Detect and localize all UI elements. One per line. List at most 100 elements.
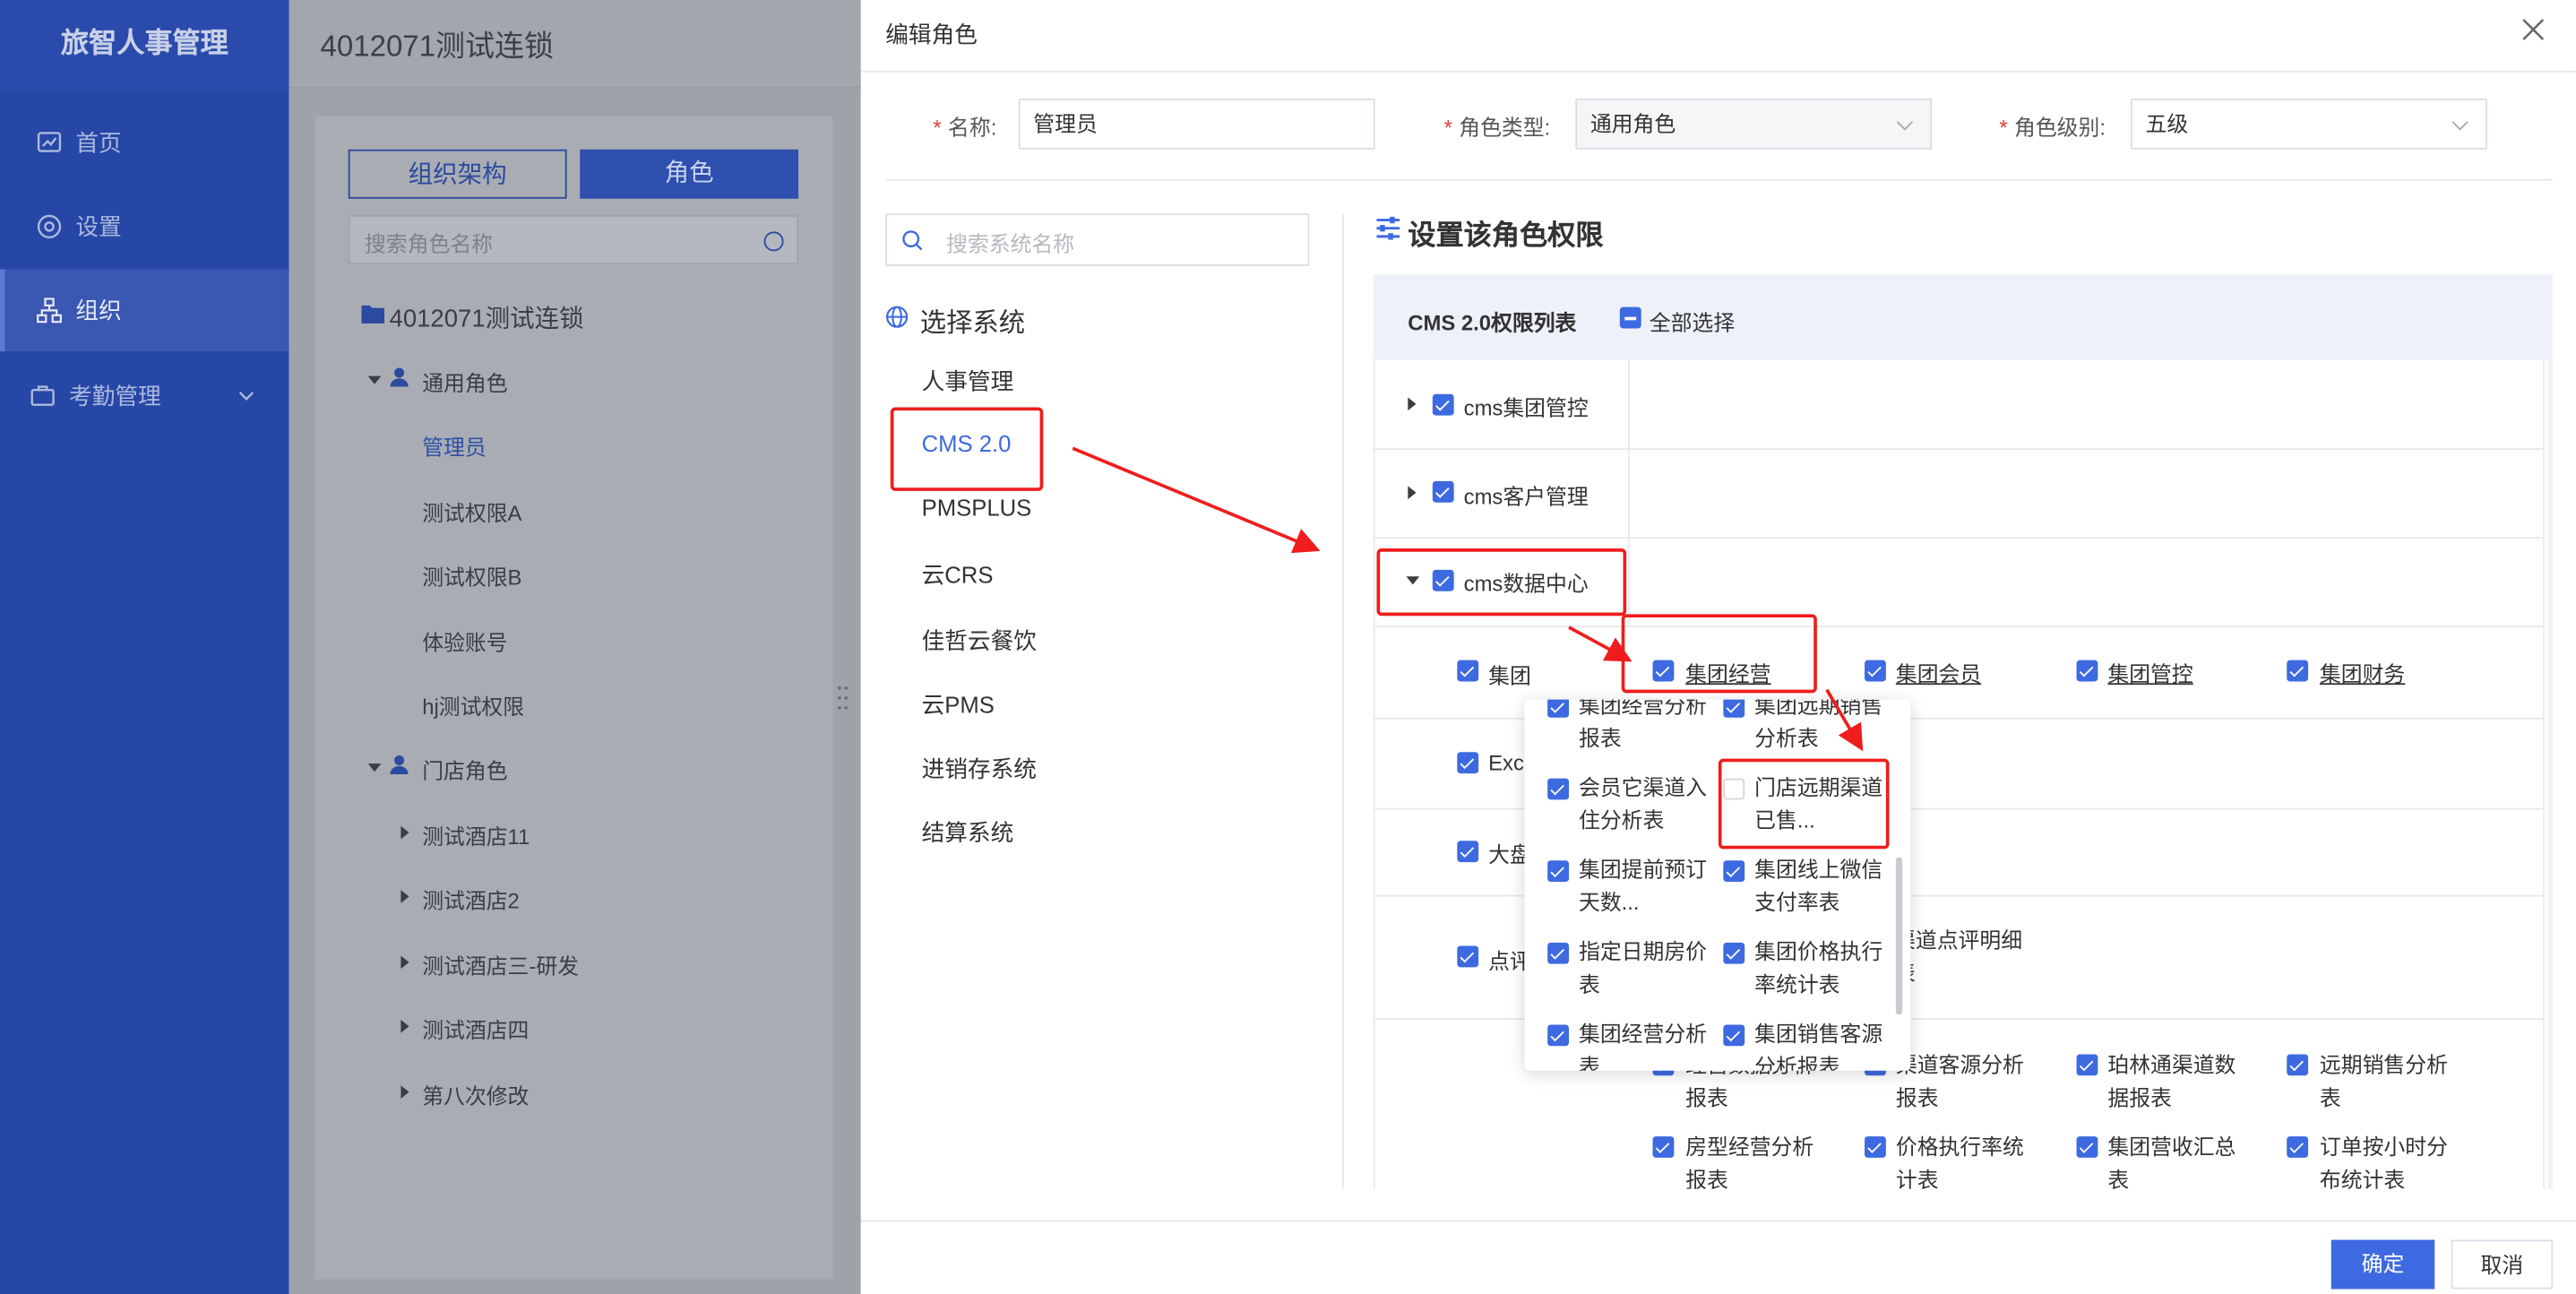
popup-checkbox[interactable] — [1547, 778, 1569, 800]
app-logo: 旅智人事管理 — [0, 0, 289, 91]
item-label: 集团营收汇总表 — [2107, 1134, 2236, 1189]
system-item[interactable]: 云CRS — [922, 558, 994, 591]
item-checkbox[interactable] — [2076, 1136, 2098, 1158]
item-checkbox[interactable] — [1652, 1136, 1675, 1158]
item-label[interactable]: 集团管控 — [2107, 657, 2193, 688]
item-checkbox[interactable] — [2287, 1054, 2309, 1076]
system-item[interactable]: 进销存系统 — [922, 752, 1037, 785]
tree-role-item[interactable]: hj测试权限 — [422, 690, 524, 721]
divider — [885, 178, 2554, 181]
tree-role-item[interactable]: 测试权限B — [422, 560, 521, 591]
popup-checkbox[interactable] — [1723, 699, 1745, 718]
caret-down-icon[interactable] — [367, 763, 382, 772]
popup-checkbox[interactable] — [1547, 1024, 1569, 1047]
role-search-input[interactable]: 搜索角色名称 — [348, 215, 799, 265]
item-checkbox[interactable] — [1865, 1136, 1886, 1158]
table-border — [1373, 359, 1375, 1189]
tree-role-item[interactable]: 体验账号 — [422, 625, 507, 657]
system-item[interactable]: PMSPLUS — [922, 495, 1032, 521]
caret-right-icon[interactable] — [1408, 397, 1417, 411]
confirm-button[interactable]: 确定 — [2330, 1239, 2435, 1290]
system-search-input[interactable]: 搜索系统名称 — [885, 213, 1310, 266]
popup-checkbox[interactable] — [1723, 860, 1745, 883]
system-item[interactable]: 云PMS — [922, 688, 995, 721]
tree-role-item[interactable]: 管理员 — [422, 430, 487, 462]
popup-item-label: 集团销售客源分析报表 — [1754, 1021, 1883, 1071]
globe-icon — [885, 306, 909, 328]
nav-settings[interactable]: 设置 — [0, 185, 289, 268]
annotation-box — [890, 407, 1044, 491]
caret-right-icon[interactable] — [401, 1085, 409, 1099]
tree-store-item[interactable]: 测试酒店三-研发 — [422, 949, 579, 980]
popup-item-label: 集团经营分析报表 — [1578, 699, 1708, 751]
item-checkbox[interactable] — [2287, 1136, 2309, 1158]
popup-item-label: 集团价格执行率统计表 — [1754, 939, 1883, 997]
caret-right-icon[interactable] — [401, 955, 409, 970]
popup-checkbox[interactable] — [1547, 860, 1569, 883]
nav-attendance-label: 考勤管理 — [69, 382, 161, 410]
popup-checkbox[interactable] — [1547, 699, 1569, 718]
module-checkbox[interactable] — [1432, 393, 1454, 416]
system-item[interactable]: 结算系统 — [922, 816, 1014, 850]
annotation-box — [1718, 758, 1890, 850]
tree-store-item[interactable]: 测试酒店四 — [422, 1014, 529, 1045]
tree-group-general[interactable]: 通用角色 — [422, 367, 507, 398]
item-checkbox[interactable] — [2076, 1054, 2098, 1076]
modal-title: 编辑角色 — [885, 21, 978, 48]
resize-handle[interactable] — [838, 683, 849, 712]
select-all-checkbox[interactable] — [1619, 306, 1641, 329]
row-checkbox[interactable] — [1457, 841, 1479, 863]
row-divider — [1373, 448, 2544, 451]
item-label[interactable]: 集团会员 — [1896, 657, 1981, 688]
module-checkbox[interactable] — [1432, 480, 1454, 503]
item-label[interactable]: 集团财务 — [2320, 657, 2405, 688]
nav-org-label: 组织 — [75, 297, 122, 324]
tree-store-item[interactable]: 测试酒店11 — [422, 819, 530, 850]
popup-scrollbar[interactable] — [1895, 857, 1903, 1015]
item-checkbox[interactable] — [2076, 660, 2098, 682]
close-icon[interactable] — [2520, 16, 2546, 42]
row-checkbox[interactable] — [1457, 945, 1479, 968]
tree-role-item[interactable]: 测试权限A — [422, 496, 521, 527]
tree-group-store[interactable]: 门店角色 — [422, 754, 507, 785]
sliders-icon — [1376, 216, 1400, 240]
role-type-select[interactable]: 通用角色 — [1575, 98, 1933, 150]
caret-right-icon[interactable] — [1408, 486, 1417, 500]
tab-org-structure[interactable]: 组织架构 — [348, 149, 567, 199]
divider — [1341, 213, 1344, 1189]
popup-checkbox[interactable] — [1723, 942, 1745, 964]
role-level-label: * 角色级别: — [1999, 115, 2106, 140]
nav-org[interactable]: 组织 — [0, 269, 289, 352]
caret-down-icon[interactable] — [367, 375, 382, 384]
table-border — [2543, 359, 2546, 1189]
tree-store-item[interactable]: 测试酒店2 — [422, 884, 520, 915]
row-checkbox[interactable] — [1457, 752, 1479, 774]
nav-home-label: 首页 — [75, 129, 122, 157]
caret-right-icon[interactable] — [401, 890, 409, 903]
select-all-label: 全部选择 — [1649, 310, 1736, 335]
name-input[interactable]: 管理员 — [1018, 98, 1375, 150]
caret-right-icon[interactable] — [401, 1019, 409, 1033]
cancel-button[interactable]: 取消 — [2451, 1239, 2554, 1290]
item-checkbox[interactable] — [2287, 660, 2309, 682]
user-group-icon — [390, 367, 409, 387]
search-icon — [902, 230, 923, 251]
perm-list-title: CMS 2.0权限列表 — [1408, 310, 1577, 335]
item-checkbox[interactable] — [1865, 660, 1886, 682]
org-name: 4012071测试连锁 — [320, 29, 555, 63]
tree-root[interactable]: 4012071测试连锁 — [390, 300, 584, 334]
header-bar: 4012071测试连锁 — [289, 0, 861, 89]
popup-checkbox[interactable] — [1723, 1024, 1745, 1047]
system-item[interactable]: 人事管理 — [922, 365, 1014, 398]
popup-item-label: 会员它渠道入住分析表 — [1578, 774, 1708, 833]
popup-checkbox[interactable] — [1547, 942, 1569, 964]
nav-home[interactable]: 首页 — [0, 102, 289, 185]
caret-right-icon[interactable] — [401, 825, 409, 840]
role-level-select[interactable]: 五级 — [2131, 98, 2487, 150]
system-item[interactable]: 佳哲云餐饮 — [922, 624, 1037, 657]
row-checkbox[interactable] — [1457, 660, 1479, 682]
scrollbar-track[interactable] — [2547, 359, 2554, 1189]
nav-attendance[interactable]: 考勤管理 — [0, 355, 289, 437]
tree-store-item[interactable]: 第八次修改 — [422, 1079, 529, 1110]
tab-roles[interactable]: 角色 — [580, 149, 799, 199]
